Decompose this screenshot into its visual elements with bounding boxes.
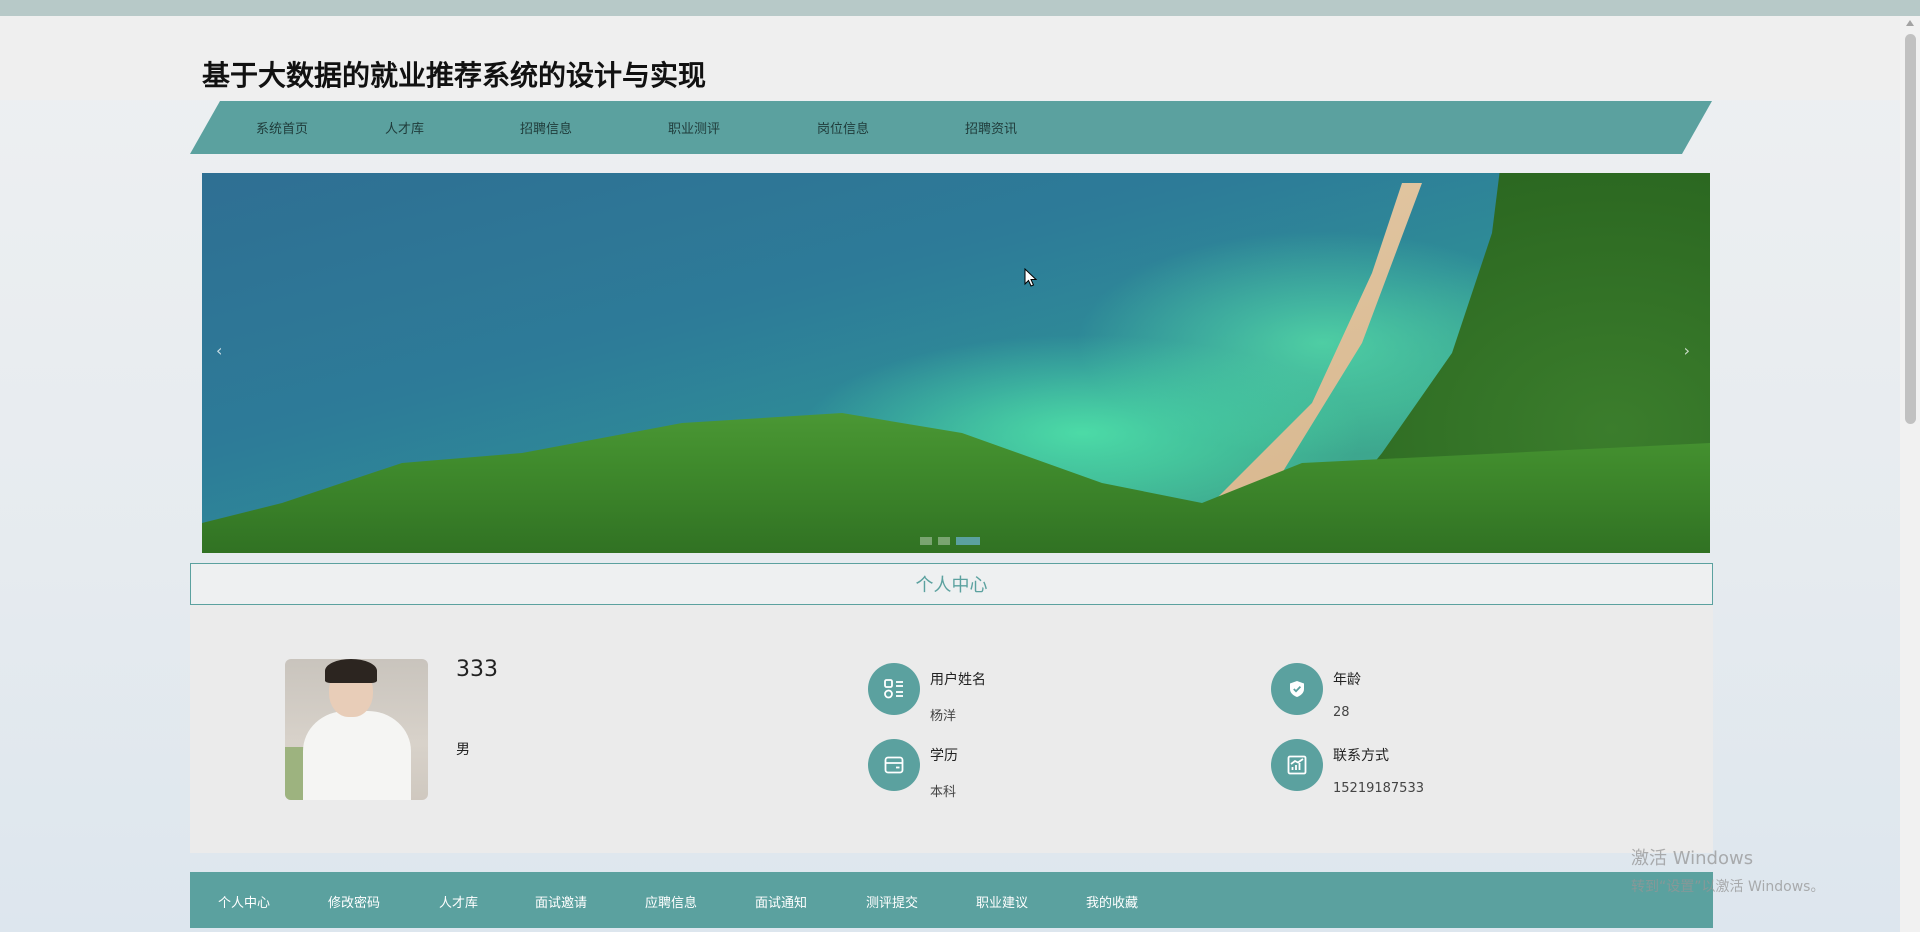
- wallet-icon: [868, 739, 920, 791]
- nav-item-career-assessment[interactable]: 职业测评: [668, 118, 720, 137]
- info-value: 杨洋: [930, 709, 957, 724]
- tab-talent-pool[interactable]: 人才库: [439, 892, 478, 911]
- scroll-up-icon[interactable]: [1906, 20, 1914, 26]
- user-grid-icon: [868, 663, 920, 715]
- windows-activation-watermark: 激活 Windows 转到“设置”以激活 Windows。: [1631, 844, 1824, 896]
- carousel-dot[interactable]: [938, 537, 950, 545]
- info-value: 本科: [930, 785, 957, 800]
- info-label: 联系方式: [1333, 748, 1389, 764]
- top-strip: [0, 0, 1920, 16]
- profile-gender: 男: [456, 742, 470, 758]
- chart-icon: [1271, 739, 1323, 791]
- info-label: 学历: [930, 748, 958, 764]
- info-value: 15219187533: [1333, 781, 1424, 796]
- nav-item-position-info[interactable]: 岗位信息: [817, 118, 869, 137]
- tab-favorites[interactable]: 我的收藏: [1086, 892, 1138, 911]
- carousel-prev-button[interactable]: ‹: [216, 341, 222, 360]
- nav-item-recruitment-info[interactable]: 招聘信息: [520, 118, 572, 137]
- tab-career-advice[interactable]: 职业建议: [976, 892, 1028, 911]
- info-label: 用户姓名: [930, 672, 986, 688]
- nav-item-talent-pool[interactable]: 人才库: [385, 118, 424, 137]
- site-title: 基于大数据的就业推荐系统的设计与实现: [202, 59, 707, 92]
- banner-carousel[interactable]: ‹ ›: [202, 173, 1710, 553]
- header: 基于大数据的就业推荐系统的设计与实现: [0, 16, 1900, 100]
- nav-item-recruitment-news[interactable]: 招聘资讯: [965, 118, 1017, 137]
- scrollbar[interactable]: [1900, 16, 1920, 932]
- watermark-title: 激活 Windows: [1631, 848, 1754, 869]
- tab-applications[interactable]: 应聘信息: [645, 892, 697, 911]
- avatar: [285, 659, 428, 800]
- tab-assessment-submit[interactable]: 测评提交: [866, 892, 918, 911]
- tab-interview-notices[interactable]: 面试通知: [755, 892, 807, 911]
- scrollbar-thumb[interactable]: [1905, 34, 1916, 424]
- avatar-plant: [285, 747, 305, 800]
- mouse-cursor-icon: [1024, 268, 1038, 287]
- tab-interview-invites[interactable]: 面试邀请: [535, 892, 587, 911]
- info-value: 28: [1333, 705, 1350, 720]
- shield-icon: [1271, 663, 1323, 715]
- carousel-next-button[interactable]: ›: [1684, 341, 1690, 360]
- avatar-hair: [325, 659, 377, 683]
- avatar-body: [303, 711, 411, 800]
- tab-personal-center[interactable]: 个人中心: [218, 892, 270, 911]
- tab-change-password[interactable]: 修改密码: [328, 892, 380, 911]
- main-nav: 系统首页 人才库 招聘信息 职业测评 岗位信息 招聘资讯: [190, 101, 1712, 154]
- watermark-subtitle: 转到“设置”以激活 Windows。: [1631, 879, 1825, 895]
- profile-card: 333 男 用户姓名 杨洋 年龄 28 学历 本科 联系方式 152191875…: [190, 605, 1713, 853]
- section-header: 个人中心: [190, 563, 1713, 605]
- profile-username: 333: [456, 657, 498, 682]
- carousel-dot[interactable]: [920, 537, 932, 545]
- carousel-dot-active[interactable]: [956, 537, 980, 545]
- carousel-indicators: [920, 537, 980, 545]
- nav-item-home[interactable]: 系统首页: [256, 118, 308, 137]
- info-label: 年龄: [1333, 672, 1361, 688]
- user-center-nav: 个人中心 修改密码 人才库 面试邀请 应聘信息 面试通知 测评提交 职业建议 我…: [190, 872, 1713, 928]
- section-title: 个人中心: [915, 575, 988, 596]
